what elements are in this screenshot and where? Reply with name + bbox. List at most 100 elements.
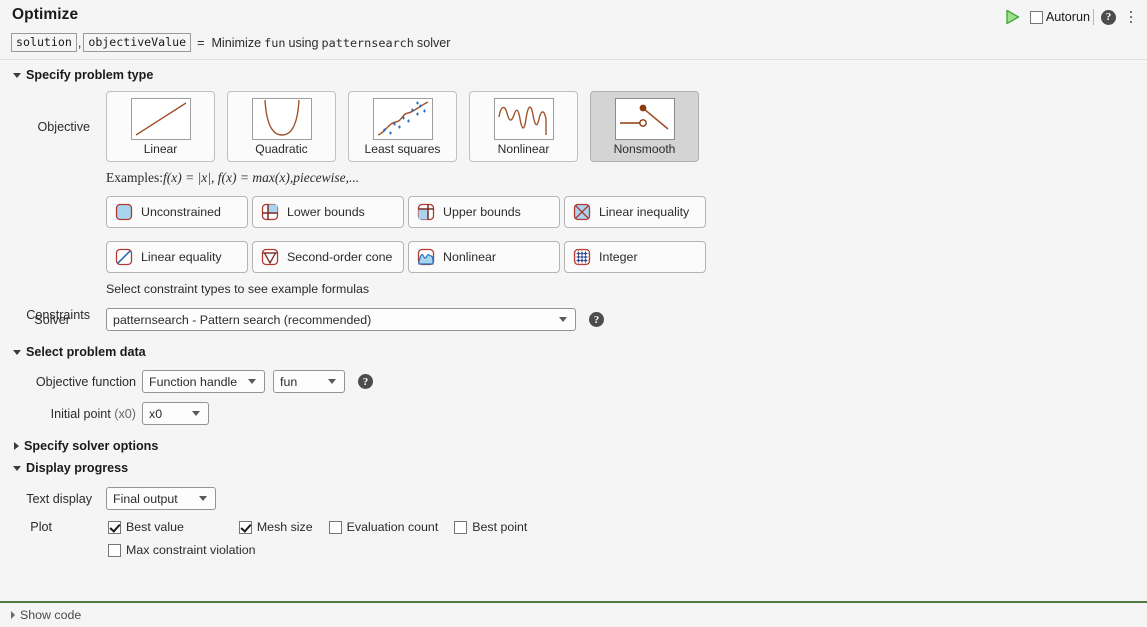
section-label-problem-type: Specify problem type xyxy=(26,68,153,82)
initial-point-value: x0 xyxy=(149,407,162,421)
least-squares-plot-icon xyxy=(373,98,433,140)
plot-option-evaluation-count-box[interactable] xyxy=(329,521,342,534)
chevron-down-icon xyxy=(248,379,256,384)
upper-bounds-icon xyxy=(416,202,436,222)
task-header: Optimize solution , objectiveValue = Min… xyxy=(0,0,1147,60)
signature-minimize: Minimize xyxy=(211,36,261,50)
help-circle-icon[interactable]: ? xyxy=(1101,10,1116,25)
kebab-menu-icon[interactable] xyxy=(1123,7,1139,27)
examples-formula: f(x) = |x|, f(x) = max(x),piecewise,... xyxy=(163,170,359,185)
objective-tile-label: Quadratic xyxy=(255,142,307,156)
constraint-label: Lower bounds xyxy=(287,205,365,219)
chevron-down-icon xyxy=(559,317,567,322)
plot-option-mesh-size-box[interactable] xyxy=(239,521,252,534)
plot-option-evaluation-count[interactable]: Evaluation count xyxy=(329,520,439,534)
plot-option-best-point[interactable]: Best point xyxy=(454,520,527,534)
linear-plot-icon xyxy=(131,98,191,140)
plot-option-best-value[interactable]: Best value xyxy=(108,520,184,534)
solver-select[interactable]: patternsearch - Pattern search (recommen… xyxy=(106,308,576,331)
objective-function-help-icon[interactable]: ? xyxy=(358,374,373,389)
objective-tile-linear[interactable]: Linear xyxy=(106,91,215,162)
section-label-display-progress: Display progress xyxy=(26,461,128,475)
run-play-icon[interactable] xyxy=(1002,6,1024,28)
text-display-value: Final output xyxy=(113,492,178,506)
plot-option-label: Mesh size xyxy=(257,520,313,534)
objective-tile-label: Least squares xyxy=(365,142,441,156)
task-footer: Show code xyxy=(0,601,1147,627)
plot-option-max-constraint-violation[interactable]: Max constraint violation xyxy=(108,543,255,557)
objective-tiles: Linear Quadratic xyxy=(106,91,699,162)
solver-help-icon[interactable]: ? xyxy=(589,312,604,327)
solver-row: Solver patternsearch - Pattern search (r… xyxy=(0,308,1147,331)
page-title: Optimize xyxy=(12,6,78,24)
show-code-label: Show code xyxy=(20,608,81,622)
constraint-label: Integer xyxy=(599,250,638,264)
show-code-toggle[interactable]: Show code xyxy=(0,603,1147,627)
initial-point-row: Initial point (x0) x0 xyxy=(0,402,1147,425)
plot-options-row-1: Plot Best value Mesh size Evaluation cou… xyxy=(0,520,1147,534)
objective-row: Objective Linear Quadratic xyxy=(0,91,1147,162)
section-display-progress[interactable]: Display progress xyxy=(0,461,1147,475)
integer-lattice-icon xyxy=(572,247,592,267)
section-label-problem-data: Select problem data xyxy=(26,345,146,359)
chevron-down-icon xyxy=(199,496,207,501)
constraint-label: Linear equality xyxy=(141,250,222,264)
objective-function-var-value: fun xyxy=(280,375,297,389)
autorun-checkbox[interactable]: Autorun xyxy=(1030,10,1090,24)
output-var-objectivevalue[interactable]: objectiveValue xyxy=(83,33,191,52)
objective-function-type-select[interactable]: Function handle xyxy=(142,370,265,393)
second-order-cone-icon xyxy=(260,247,280,267)
section-select-problem-data[interactable]: Select problem data xyxy=(0,345,1147,359)
objective-function-type-value: Function handle xyxy=(149,375,237,389)
plot-option-best-point-box[interactable] xyxy=(454,521,467,534)
nonlinear-plot-icon xyxy=(494,98,554,140)
constraint-label: Unconstrained xyxy=(141,205,221,219)
constraint-unconstrained[interactable]: Unconstrained xyxy=(106,196,248,228)
section-specify-problem-type[interactable]: Specify problem type xyxy=(0,68,1147,82)
autorun-checkbox-box[interactable] xyxy=(1030,11,1043,24)
section-specify-solver-options[interactable]: Specify solver options xyxy=(0,439,1147,453)
examples-text: Examples:f(x) = |x|, f(x) = max(x),piece… xyxy=(106,170,359,186)
header-divider xyxy=(1093,9,1094,25)
objective-function-label: Objective function xyxy=(0,375,136,389)
plot-options-row-2: Max constraint violation xyxy=(0,543,1147,557)
constraint-nonlinear[interactable]: Nonlinear xyxy=(408,241,560,273)
objective-tile-least-squares[interactable]: Least squares xyxy=(348,91,457,162)
plot-option-best-value-box[interactable] xyxy=(108,521,121,534)
objective-function-var-select[interactable]: fun xyxy=(273,370,345,393)
constraints-row-1: Unconstrained Lower bounds xyxy=(106,196,706,228)
lower-bounds-icon xyxy=(260,202,280,222)
chevron-down-icon xyxy=(13,350,21,355)
objective-tile-quadratic[interactable]: Quadratic xyxy=(227,91,336,162)
constraint-linear-inequality[interactable]: Linear inequality xyxy=(564,196,706,228)
examples-prefix: Examples: xyxy=(106,170,163,185)
examples-row: Examples:f(x) = |x|, f(x) = max(x),piece… xyxy=(0,170,1147,186)
signature-equals: = xyxy=(191,36,211,50)
initial-point-select[interactable]: x0 xyxy=(142,402,209,425)
plot-option-max-constraint-violation-box[interactable] xyxy=(108,544,121,557)
plot-option-mesh-size[interactable]: Mesh size xyxy=(239,520,313,534)
constraint-lower-bounds[interactable]: Lower bounds xyxy=(252,196,404,228)
signature-solver-name: patternsearch xyxy=(319,36,417,50)
constraint-integer[interactable]: Integer xyxy=(564,241,706,273)
chevron-down-icon xyxy=(192,411,200,416)
text-display-select[interactable]: Final output xyxy=(106,487,216,510)
text-display-label: Text display xyxy=(0,492,92,506)
signature-fun: fun xyxy=(261,36,288,50)
linear-equality-icon xyxy=(114,247,134,267)
constraints-row-2: Linear equality Second-order cone xyxy=(106,241,706,273)
objective-tile-nonlinear[interactable]: Nonlinear xyxy=(469,91,578,162)
plot-option-label: Best point xyxy=(472,520,527,534)
task-body: Specify problem type Objective Linear Qu… xyxy=(0,68,1147,557)
chevron-down-icon xyxy=(13,73,21,78)
objective-tile-label: Nonsmooth xyxy=(614,142,676,156)
initial-point-label-dim: (x0) xyxy=(111,407,136,421)
constraint-second-order-cone[interactable]: Second-order cone xyxy=(252,241,404,273)
constraint-label: Upper bounds xyxy=(443,205,521,219)
objective-tile-nonsmooth[interactable]: Nonsmooth xyxy=(590,91,699,162)
constraint-linear-equality[interactable]: Linear equality xyxy=(106,241,248,273)
linear-inequality-icon xyxy=(572,202,592,222)
output-var-solution[interactable]: solution xyxy=(11,33,77,52)
constraint-upper-bounds[interactable]: Upper bounds xyxy=(408,196,560,228)
constraints-row-label: Constraints xyxy=(0,308,90,322)
